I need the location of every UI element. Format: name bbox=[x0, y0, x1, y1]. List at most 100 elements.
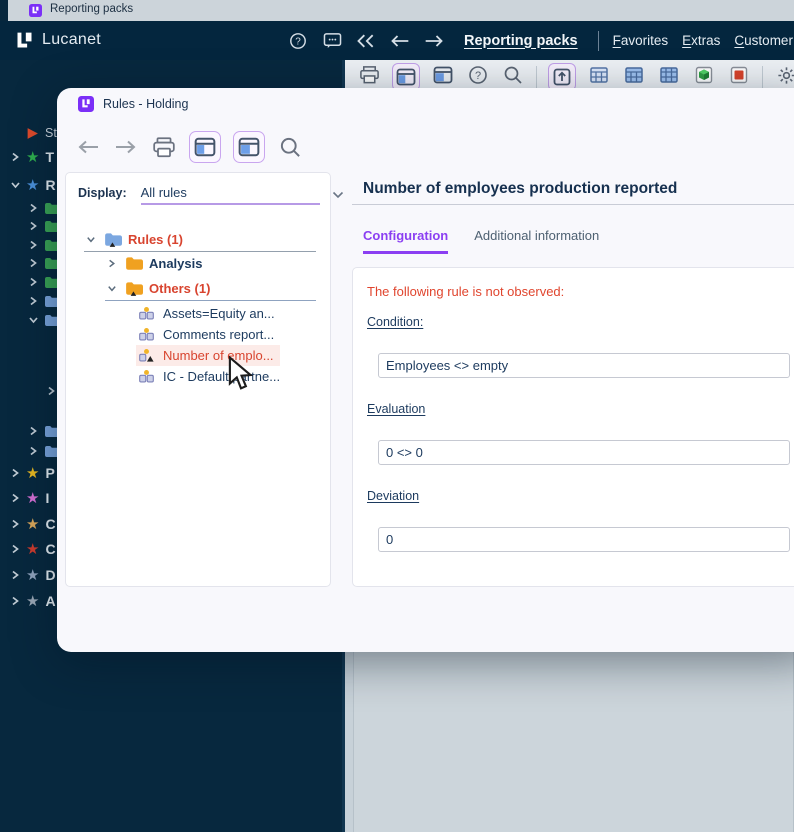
sidebar-folder[interactable] bbox=[28, 199, 60, 217]
sidebar-item-a[interactable]: ★A bbox=[10, 592, 56, 610]
folder-orange-icon bbox=[125, 256, 143, 271]
tree-rule-ic-default-partner[interactable]: IC - Default partne... bbox=[136, 366, 286, 387]
layout-bottom-icon[interactable] bbox=[431, 63, 455, 87]
help-icon[interactable]: ? bbox=[466, 63, 490, 87]
sidebar-item-c2[interactable]: ★C bbox=[10, 540, 56, 558]
search-icon[interactable] bbox=[277, 134, 303, 160]
rule-icon bbox=[138, 306, 155, 322]
table-icon[interactable] bbox=[587, 63, 611, 87]
tree-item-others[interactable]: Others (1) bbox=[106, 278, 210, 299]
tree-rule-comments[interactable]: Comments report... bbox=[136, 324, 280, 345]
sidebar-item-c1[interactable]: ★C bbox=[10, 515, 56, 533]
chevron-right-icon bbox=[28, 202, 38, 214]
nav-current-page[interactable]: Reporting packs bbox=[464, 33, 578, 49]
display-label: Display: bbox=[78, 186, 127, 200]
evaluation-input[interactable] bbox=[378, 440, 790, 465]
table-grid-icon[interactable] bbox=[657, 63, 681, 87]
lucanet-brand-icon bbox=[14, 30, 35, 51]
menu-customer-portal[interactable]: Customer Portal bbox=[734, 33, 794, 48]
chevron-right-icon bbox=[10, 467, 20, 479]
sidebar-folder[interactable] bbox=[28, 236, 60, 254]
deviation-input[interactable] bbox=[378, 527, 790, 552]
folder-orange-warning-icon bbox=[125, 281, 143, 296]
back-icon[interactable] bbox=[390, 31, 410, 51]
collapse-history-icon[interactable] bbox=[356, 31, 376, 51]
chevron-right-icon bbox=[28, 295, 38, 307]
lucanet-logo-icon bbox=[29, 4, 42, 17]
menu-extras[interactable]: Extras bbox=[682, 33, 720, 48]
print-icon[interactable] bbox=[151, 134, 177, 160]
condition-input[interactable] bbox=[378, 353, 790, 378]
sidebar-item-t[interactable]: ★ T bbox=[10, 148, 54, 166]
tab-additional-information[interactable]: Additional information bbox=[474, 228, 599, 254]
table-blue-icon[interactable] bbox=[622, 63, 646, 87]
sidebar-folder[interactable] bbox=[28, 273, 60, 291]
rules-tree-panel: Display: All rules Rules (1) Analysis bbox=[65, 172, 331, 587]
rule-icon bbox=[138, 369, 155, 385]
gear-icon[interactable] bbox=[774, 63, 794, 87]
chevron-down-icon bbox=[10, 179, 20, 191]
sidebar-folder[interactable] bbox=[28, 292, 60, 310]
star-tan-icon: ★ bbox=[26, 517, 39, 532]
sidebar-subitem[interactable] bbox=[46, 382, 56, 400]
selection-underline bbox=[84, 251, 316, 252]
star-yellow-icon: ★ bbox=[26, 466, 39, 481]
tree-rule-number-of-employees[interactable]: Number of emplo... bbox=[136, 345, 280, 366]
cube-icon[interactable] bbox=[692, 63, 716, 87]
sidebar-item-p[interactable]: ★P bbox=[10, 464, 55, 482]
back-icon[interactable] bbox=[75, 134, 101, 160]
sidebar-folder[interactable] bbox=[28, 422, 60, 440]
sidebar-folder[interactable] bbox=[28, 311, 60, 329]
sidebar-folder[interactable] bbox=[28, 217, 60, 235]
sidebar-folder[interactable] bbox=[28, 254, 60, 272]
display-select[interactable]: All rules bbox=[141, 185, 320, 205]
folder-blue-warning-icon bbox=[104, 232, 122, 247]
chevron-down-icon bbox=[85, 234, 96, 245]
tree-item-analysis[interactable]: Analysis bbox=[106, 253, 202, 274]
sidebar-item-r[interactable]: ★ R bbox=[10, 176, 56, 194]
layout-left-icon[interactable] bbox=[189, 131, 221, 163]
app-header: Lucanet ? Reporting packs Favorites Extr… bbox=[0, 21, 794, 60]
star-pink-icon: ★ bbox=[26, 491, 39, 506]
tab-configuration[interactable]: Configuration bbox=[363, 228, 448, 254]
star-blue-icon: ★ bbox=[26, 178, 39, 193]
sidebar-folder[interactable] bbox=[28, 442, 60, 460]
selection-underline bbox=[105, 300, 316, 301]
layout-left-icon[interactable] bbox=[392, 63, 420, 91]
chevron-right-icon bbox=[10, 595, 20, 607]
rule-icon bbox=[138, 327, 155, 343]
rule-title: Number of employees production reported bbox=[363, 180, 677, 198]
tree-rule-assets[interactable]: Assets=Equity an... bbox=[136, 303, 281, 324]
forward-icon[interactable] bbox=[113, 134, 139, 160]
star-green-icon: ★ bbox=[26, 150, 39, 165]
menu-favorites[interactable]: Favorites bbox=[613, 33, 669, 48]
help-icon[interactable]: ? bbox=[288, 31, 308, 51]
sidebar-item-i[interactable]: ★I bbox=[10, 489, 49, 507]
stop-icon[interactable] bbox=[727, 63, 751, 87]
upload-icon[interactable] bbox=[548, 63, 576, 91]
window-titlebar: Reporting packs bbox=[0, 0, 794, 21]
chevron-down-icon bbox=[28, 314, 38, 326]
chevron-right-icon bbox=[10, 492, 20, 504]
header-divider bbox=[598, 31, 599, 51]
lucanet-logo-icon bbox=[78, 96, 94, 112]
chevron-right-icon bbox=[10, 543, 20, 555]
layout-bottom-icon[interactable] bbox=[233, 131, 265, 163]
chevron-right-icon bbox=[28, 257, 38, 269]
dialog-title: Rules - Holding bbox=[103, 97, 188, 111]
brand-name: Lucanet bbox=[42, 31, 101, 49]
display-filter: Display: All rules bbox=[78, 185, 320, 205]
svg-text:?: ? bbox=[295, 36, 301, 47]
feedback-icon[interactable] bbox=[322, 31, 342, 51]
tree-item-rules[interactable]: Rules (1) bbox=[85, 229, 183, 250]
search-icon[interactable] bbox=[501, 63, 525, 87]
window-edge bbox=[0, 0, 8, 21]
forward-icon[interactable] bbox=[424, 31, 444, 51]
chevron-right-icon bbox=[28, 276, 38, 288]
sidebar-item-d[interactable]: ★D bbox=[10, 566, 56, 584]
title-divider bbox=[352, 204, 794, 205]
star-slate-icon: ★ bbox=[26, 568, 39, 583]
print-icon[interactable] bbox=[357, 63, 381, 87]
toolbar-divider bbox=[536, 66, 537, 88]
window-title: Reporting packs bbox=[50, 3, 133, 15]
